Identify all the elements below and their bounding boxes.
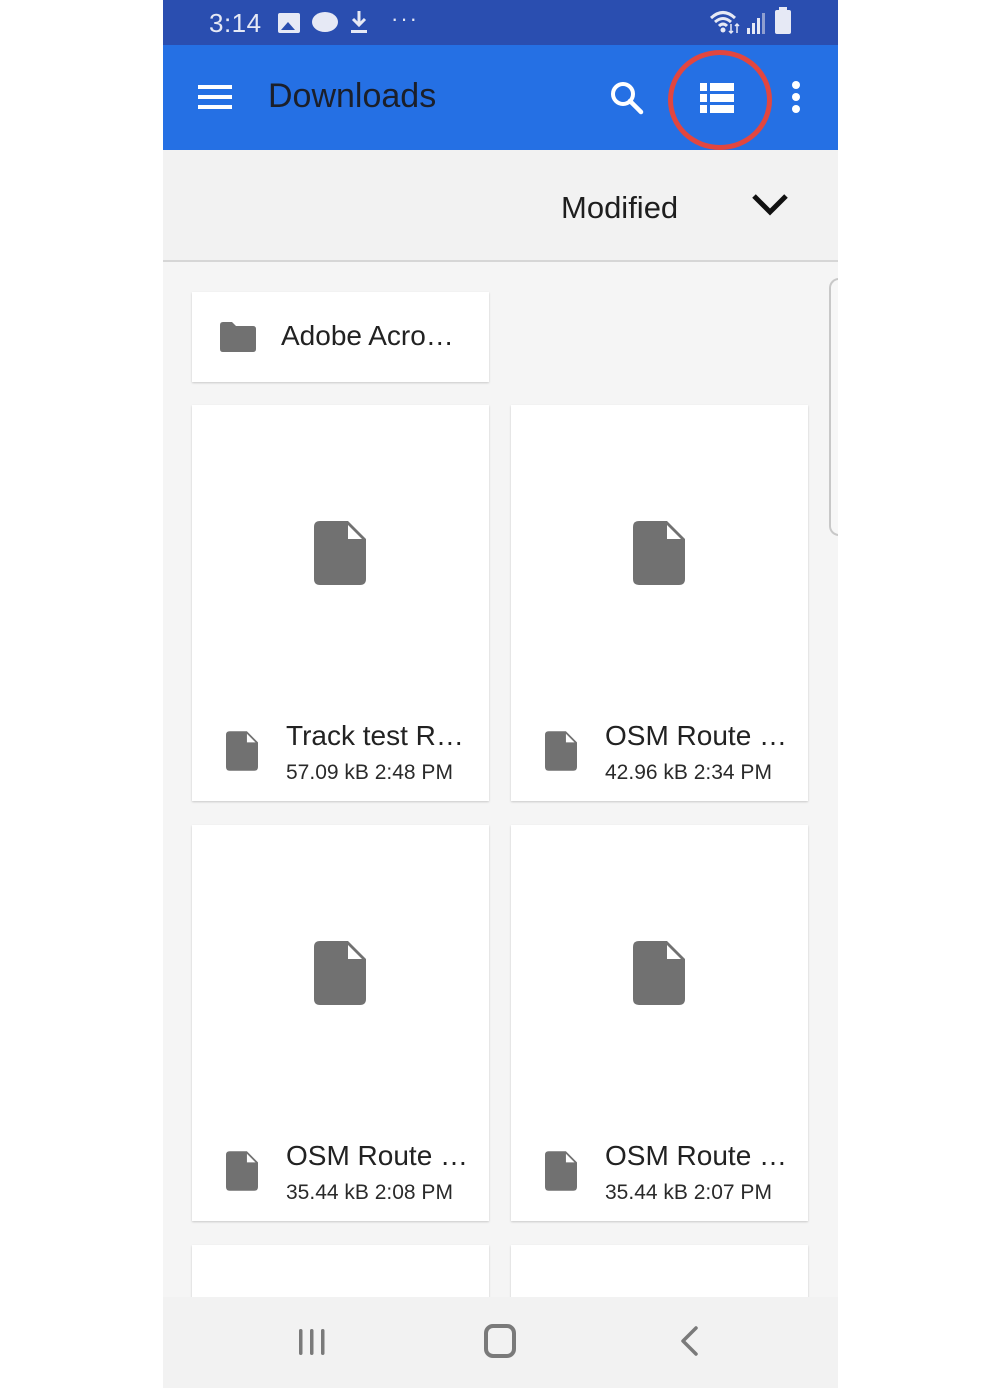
file-item-partial[interactable] (511, 1245, 808, 1305)
file-name: OSM Route … (605, 720, 788, 751)
list-view-icon[interactable] (700, 83, 734, 113)
file-item[interactable]: Track test R… 57.09 kB 2:48 PM (192, 405, 489, 801)
file-icon (314, 521, 366, 585)
file-item[interactable]: OSM Route … 35.44 kB 2:07 PM (511, 825, 808, 1221)
app-bar: Downloads (163, 45, 838, 150)
wifi-icon (709, 11, 740, 35)
file-icon (633, 521, 685, 585)
back-icon[interactable] (678, 1325, 700, 1357)
folder-icon (220, 322, 256, 352)
file-icon (314, 941, 366, 1005)
file-type-icon (545, 1151, 577, 1191)
file-item[interactable]: OSM Route … 42.96 kB 2:34 PM (511, 405, 808, 801)
file-meta: 57.09 kB 2:48 PM (286, 761, 453, 784)
menu-icon[interactable] (198, 85, 232, 111)
file-meta: 42.96 kB 2:34 PM (605, 761, 772, 784)
more-notifications-icon: ··· (391, 6, 419, 31)
home-icon[interactable] (484, 1324, 516, 1358)
folder-name: Adobe Acro… (281, 320, 454, 351)
system-nav-bar (163, 1297, 838, 1388)
folder-item[interactable]: Adobe Acro… (192, 292, 489, 382)
download-icon (351, 11, 367, 33)
file-name: OSM Route … (286, 1140, 469, 1171)
recents-icon[interactable] (297, 1327, 327, 1357)
fast-scroll-handle[interactable] (829, 278, 838, 536)
file-item-partial[interactable] (192, 1245, 489, 1305)
file-meta: 35.44 kB 2:07 PM (605, 1181, 772, 1204)
sort-bar: Modified (163, 150, 838, 262)
battery-icon (775, 7, 791, 34)
file-type-icon (226, 1151, 258, 1191)
file-name: OSM Route … (605, 1140, 788, 1171)
file-type-icon (226, 731, 258, 771)
phone-screen: 3:14 ··· Downloads Modified Adobe Acro… … (163, 0, 838, 1388)
sort-by-dropdown[interactable]: Modified (561, 190, 678, 226)
file-icon (633, 941, 685, 1005)
more-vert-icon[interactable] (788, 81, 804, 117)
file-type-icon (545, 731, 577, 771)
signal-icon (747, 13, 765, 34)
file-meta: 35.44 kB 2:08 PM (286, 1181, 453, 1204)
page-title: Downloads (268, 77, 437, 115)
search-icon[interactable] (610, 81, 644, 115)
file-name: Track test R… (286, 720, 464, 751)
chevron-down-icon[interactable] (751, 192, 789, 218)
gallery-icon (278, 13, 300, 33)
cloud-icon (312, 12, 338, 32)
file-item[interactable]: OSM Route … 35.44 kB 2:08 PM (192, 825, 489, 1221)
status-bar: 3:14 ··· (163, 0, 838, 45)
status-time: 3:14 (209, 8, 262, 38)
